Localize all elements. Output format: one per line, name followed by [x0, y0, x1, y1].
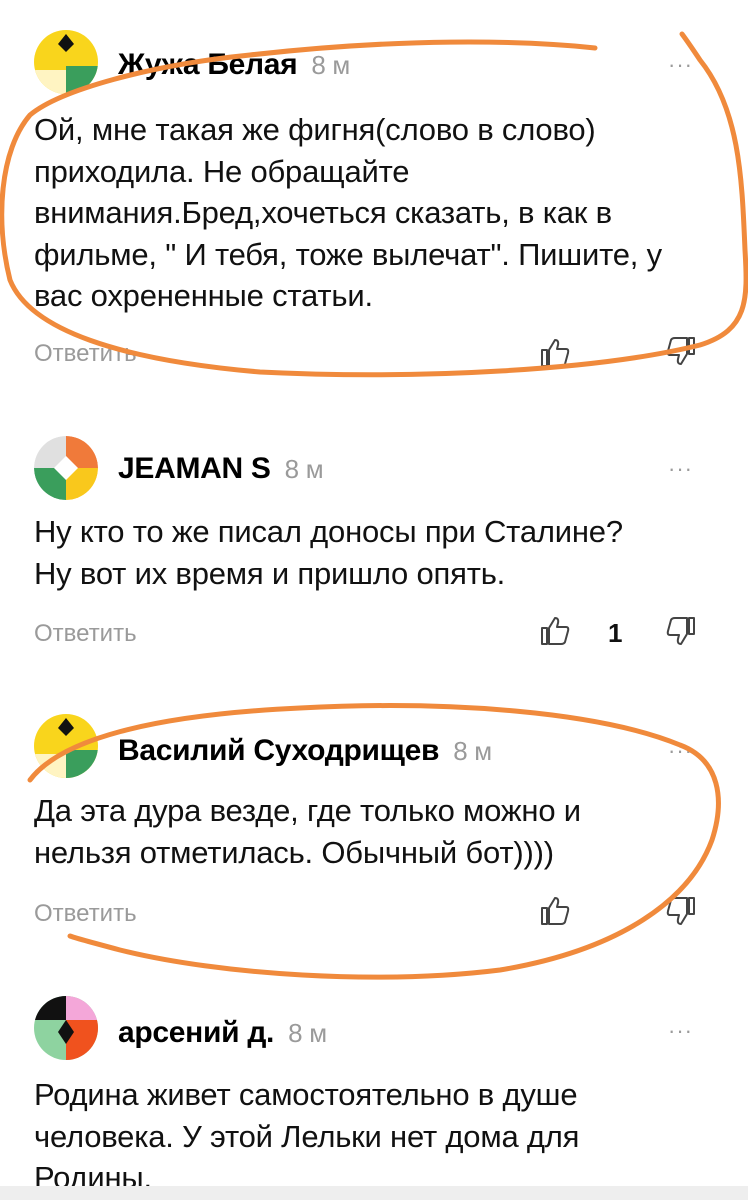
author-name[interactable]: арсений д. 8 м — [118, 1016, 327, 1050]
comments-feed: Жужа Белая 8 м ··· Ой, мне такая же фигня… — [0, 0, 748, 1200]
comment-time: 8 м — [453, 736, 492, 766]
thumbs-down-icon[interactable] — [664, 334, 698, 368]
reply-button[interactable]: Ответить — [34, 340, 137, 368]
thumbs-down-icon[interactable] — [664, 614, 698, 648]
avatar[interactable] — [34, 996, 98, 1060]
comment-text: Ой, мне такая же фигня(слово в слово) пр… — [34, 112, 662, 313]
avatar[interactable] — [34, 714, 98, 778]
avatar-image — [34, 436, 98, 500]
comment-1: Жужа Белая 8 м ··· Ой, мне такая же фигня… — [0, 0, 748, 400]
thumbs-up-icon[interactable] — [538, 336, 572, 370]
more-options-icon[interactable]: ··· — [668, 738, 693, 764]
like-count: 1 — [608, 618, 623, 648]
comment-text: Родина живет самостоятельно в душе челов… — [34, 1077, 580, 1195]
avatar[interactable] — [34, 436, 98, 500]
thumbs-up-icon[interactable] — [538, 614, 572, 648]
reply-button[interactable]: Ответить — [34, 620, 137, 648]
comment-text: Да эта дура везде, где только можно и не… — [34, 793, 581, 870]
comment-2: JEAMAN S8 м ··· Ну кто то же писал донос… — [0, 400, 748, 680]
author-name[interactable]: Василий Суходрищев 8 м — [118, 734, 492, 768]
comment-4: арсений д. 8 м ··· Родина живет самостоят… — [0, 970, 748, 1200]
reply-button[interactable]: Ответить — [34, 900, 137, 928]
avatar-image — [34, 996, 98, 1060]
avatar-image — [34, 714, 98, 778]
avatar[interactable] — [34, 30, 98, 94]
author-name[interactable]: JEAMAN S8 м — [118, 452, 324, 486]
more-options-icon[interactable]: ··· — [668, 1018, 693, 1044]
more-options-icon[interactable]: ··· — [668, 52, 693, 78]
comment-text: Ну кто то же писал доносы при Сталине? Н… — [34, 514, 623, 591]
more-options-icon[interactable]: ··· — [668, 456, 693, 482]
comment-time: 8 м — [284, 454, 324, 484]
thumbs-down-icon[interactable] — [664, 894, 698, 928]
bottom-bar — [0, 1186, 748, 1200]
author-name[interactable]: Жужа Белая 8 м — [118, 48, 350, 82]
comment-3: Василий Суходрищев 8 м ··· Да эта дура ве… — [0, 680, 748, 970]
comment-time: 8 м — [311, 50, 350, 80]
comment-time: 8 м — [288, 1018, 327, 1048]
thumbs-up-icon[interactable] — [538, 894, 572, 928]
avatar-image — [34, 30, 98, 94]
